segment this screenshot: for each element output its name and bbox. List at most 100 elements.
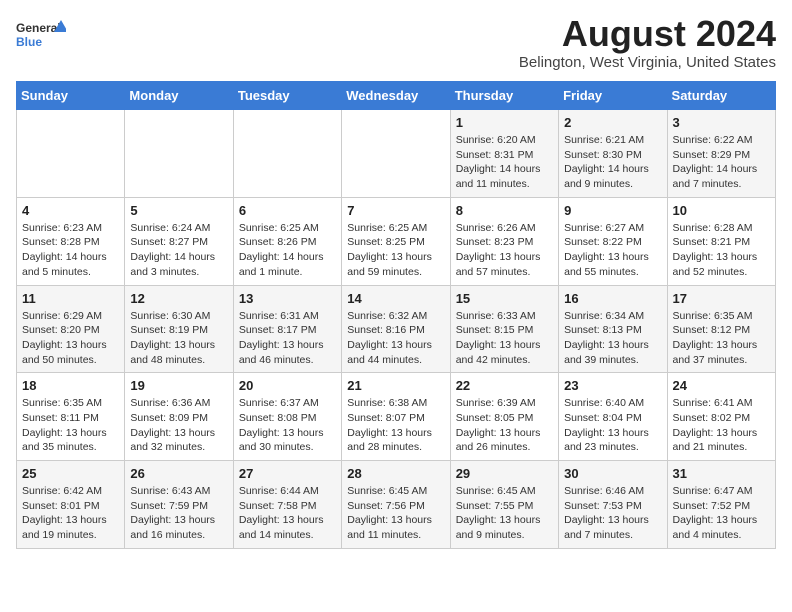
day-number: 3 <box>673 115 770 130</box>
logo: General Blue <box>16 16 66 56</box>
page-header: General Blue August 2024 Belington, West… <box>16 16 776 71</box>
day-info: Sunrise: 6:28 AM Sunset: 8:21 PM Dayligh… <box>673 221 770 280</box>
calendar-cell: 31 Sunrise: 6:47 AM Sunset: 7:52 PM Dayli… <box>667 461 775 549</box>
day-number: 31 <box>673 466 770 481</box>
calendar-cell: 6 Sunrise: 6:25 AM Sunset: 8:26 PM Daylig… <box>233 197 341 285</box>
day-info: Sunrise: 6:47 AM Sunset: 7:52 PM Dayligh… <box>673 484 770 543</box>
day-number: 30 <box>564 466 661 481</box>
day-info: Sunrise: 6:21 AM Sunset: 8:30 PM Dayligh… <box>564 133 661 192</box>
day-info: Sunrise: 6:31 AM Sunset: 8:17 PM Dayligh… <box>239 309 336 368</box>
calendar-cell: 21Sunrise: 6:38 AM Sunset: 8:07 PM Dayli… <box>342 373 450 461</box>
calendar-cell: 15 Sunrise: 6:33 AM Sunset: 8:15 PM Dayli… <box>450 285 558 373</box>
calendar-cell: 8 Sunrise: 6:26 AM Sunset: 8:23 PM Daylig… <box>450 197 558 285</box>
day-number: 15 <box>456 291 553 306</box>
calendar-cell: 16 Sunrise: 6:34 AM Sunset: 8:13 PM Dayli… <box>559 285 667 373</box>
day-number: 14 <box>347 291 444 306</box>
day-number: 12 <box>130 291 227 306</box>
calendar-cell: 22 Sunrise: 6:39 AM Sunset: 8:05 PM Dayli… <box>450 373 558 461</box>
day-number: 26 <box>130 466 227 481</box>
calendar-week-5: 25 Sunrise: 6:42 AM Sunset: 8:01 PM Dayli… <box>17 461 776 549</box>
logo-svg: General Blue <box>16 16 66 56</box>
day-info: Sunrise: 6:33 AM Sunset: 8:15 PM Dayligh… <box>456 309 553 368</box>
day-number: 22 <box>456 378 553 393</box>
calendar-week-4: 18Sunrise: 6:35 AM Sunset: 8:11 PM Dayli… <box>17 373 776 461</box>
day-info: Sunrise: 6:25 AM Sunset: 8:25 PM Dayligh… <box>347 221 444 280</box>
day-number: 5 <box>130 203 227 218</box>
calendar-week-3: 11 Sunrise: 6:29 AM Sunset: 8:20 PM Dayli… <box>17 285 776 373</box>
calendar-week-2: 4 Sunrise: 6:23 AM Sunset: 8:28 PM Daylig… <box>17 197 776 285</box>
day-info: Sunrise: 6:37 AM Sunset: 8:08 PM Dayligh… <box>239 396 336 455</box>
calendar-cell: 24 Sunrise: 6:41 AM Sunset: 8:02 PM Dayli… <box>667 373 775 461</box>
day-info: Sunrise: 6:43 AM Sunset: 7:59 PM Dayligh… <box>130 484 227 543</box>
day-number: 24 <box>673 378 770 393</box>
day-header-friday: Friday <box>559 82 667 110</box>
day-info: Sunrise: 6:25 AM Sunset: 8:26 PM Dayligh… <box>239 221 336 280</box>
day-info: Sunrise: 6:32 AM Sunset: 8:16 PM Dayligh… <box>347 309 444 368</box>
day-info: Sunrise: 6:26 AM Sunset: 8:23 PM Dayligh… <box>456 221 553 280</box>
day-number: 11 <box>22 291 119 306</box>
day-info: Sunrise: 6:23 AM Sunset: 8:28 PM Dayligh… <box>22 221 119 280</box>
day-number: 27 <box>239 466 336 481</box>
month-title: August 2024 <box>519 16 776 52</box>
title-area: August 2024 Belington, West Virginia, Un… <box>519 16 776 71</box>
day-number: 6 <box>239 203 336 218</box>
day-info: Sunrise: 6:30 AM Sunset: 8:19 PM Dayligh… <box>130 309 227 368</box>
calendar-cell: 19Sunrise: 6:36 AM Sunset: 8:09 PM Dayli… <box>125 373 233 461</box>
calendar-cell: 27 Sunrise: 6:44 AM Sunset: 7:58 PM Dayli… <box>233 461 341 549</box>
day-number: 23 <box>564 378 661 393</box>
day-number: 8 <box>456 203 553 218</box>
day-number: 19 <box>130 378 227 393</box>
calendar-cell: 10 Sunrise: 6:28 AM Sunset: 8:21 PM Dayli… <box>667 197 775 285</box>
day-number: 29 <box>456 466 553 481</box>
day-info: Sunrise: 6:41 AM Sunset: 8:02 PM Dayligh… <box>673 396 770 455</box>
calendar-cell <box>17 110 125 198</box>
day-info: Sunrise: 6:35 AM Sunset: 8:11 PM Dayligh… <box>22 396 119 455</box>
calendar-cell: 11 Sunrise: 6:29 AM Sunset: 8:20 PM Dayli… <box>17 285 125 373</box>
calendar-cell <box>233 110 341 198</box>
day-info: Sunrise: 6:39 AM Sunset: 8:05 PM Dayligh… <box>456 396 553 455</box>
day-info: Sunrise: 6:46 AM Sunset: 7:53 PM Dayligh… <box>564 484 661 543</box>
day-number: 16 <box>564 291 661 306</box>
day-number: 13 <box>239 291 336 306</box>
day-info: Sunrise: 6:29 AM Sunset: 8:20 PM Dayligh… <box>22 309 119 368</box>
calendar-cell: 30 Sunrise: 6:46 AM Sunset: 7:53 PM Dayli… <box>559 461 667 549</box>
day-number: 21 <box>347 378 444 393</box>
calendar-header-row: SundayMondayTuesdayWednesdayThursdayFrid… <box>17 82 776 110</box>
day-number: 4 <box>22 203 119 218</box>
calendar-cell: 7 Sunrise: 6:25 AM Sunset: 8:25 PM Daylig… <box>342 197 450 285</box>
day-info: Sunrise: 6:45 AM Sunset: 7:55 PM Dayligh… <box>456 484 553 543</box>
calendar-cell: 9 Sunrise: 6:27 AM Sunset: 8:22 PM Daylig… <box>559 197 667 285</box>
day-number: 28 <box>347 466 444 481</box>
day-header-tuesday: Tuesday <box>233 82 341 110</box>
day-number: 10 <box>673 203 770 218</box>
day-number: 25 <box>22 466 119 481</box>
day-info: Sunrise: 6:34 AM Sunset: 8:13 PM Dayligh… <box>564 309 661 368</box>
day-number: 1 <box>456 115 553 130</box>
calendar-cell: 25 Sunrise: 6:42 AM Sunset: 8:01 PM Dayli… <box>17 461 125 549</box>
day-number: 7 <box>347 203 444 218</box>
location-title: Belington, West Virginia, United States <box>519 54 776 71</box>
day-number: 9 <box>564 203 661 218</box>
day-header-sunday: Sunday <box>17 82 125 110</box>
calendar-cell: 2 Sunrise: 6:21 AM Sunset: 8:30 PM Daylig… <box>559 110 667 198</box>
calendar-cell <box>125 110 233 198</box>
calendar-cell: 4 Sunrise: 6:23 AM Sunset: 8:28 PM Daylig… <box>17 197 125 285</box>
calendar-cell <box>342 110 450 198</box>
calendar-cell: 13 Sunrise: 6:31 AM Sunset: 8:17 PM Dayli… <box>233 285 341 373</box>
svg-text:General: General <box>16 21 61 35</box>
calendar-cell: 5 Sunrise: 6:24 AM Sunset: 8:27 PM Daylig… <box>125 197 233 285</box>
day-info: Sunrise: 6:35 AM Sunset: 8:12 PM Dayligh… <box>673 309 770 368</box>
calendar-cell: 28Sunrise: 6:45 AM Sunset: 7:56 PM Dayli… <box>342 461 450 549</box>
day-info: Sunrise: 6:24 AM Sunset: 8:27 PM Dayligh… <box>130 221 227 280</box>
day-info: Sunrise: 6:44 AM Sunset: 7:58 PM Dayligh… <box>239 484 336 543</box>
calendar-cell: 18Sunrise: 6:35 AM Sunset: 8:11 PM Dayli… <box>17 373 125 461</box>
day-info: Sunrise: 6:40 AM Sunset: 8:04 PM Dayligh… <box>564 396 661 455</box>
calendar-cell: 23 Sunrise: 6:40 AM Sunset: 8:04 PM Dayli… <box>559 373 667 461</box>
day-number: 2 <box>564 115 661 130</box>
day-info: Sunrise: 6:27 AM Sunset: 8:22 PM Dayligh… <box>564 221 661 280</box>
svg-text:Blue: Blue <box>16 35 42 49</box>
calendar-cell: 26 Sunrise: 6:43 AM Sunset: 7:59 PM Dayli… <box>125 461 233 549</box>
calendar-cell: 12 Sunrise: 6:30 AM Sunset: 8:19 PM Dayli… <box>125 285 233 373</box>
day-header-monday: Monday <box>125 82 233 110</box>
day-info: Sunrise: 6:42 AM Sunset: 8:01 PM Dayligh… <box>22 484 119 543</box>
